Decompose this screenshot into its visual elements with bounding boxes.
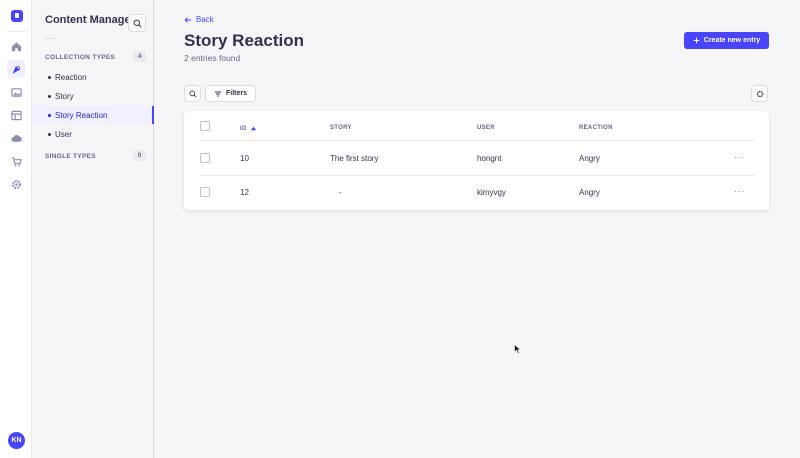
home-icon[interactable]	[7, 37, 25, 55]
sidebar-item-label: User	[55, 129, 72, 139]
column-header-id[interactable]: ID	[240, 125, 257, 132]
sidebar-item-story-reaction[interactable]: Story Reaction	[32, 106, 154, 124]
mouse-cursor-icon	[514, 344, 521, 354]
create-new-entry-button[interactable]: Create new entry	[684, 32, 769, 49]
row-divider	[200, 175, 755, 176]
subnav-title: Content Manager	[45, 14, 135, 26]
sidebar-item-story[interactable]: Story	[32, 87, 153, 105]
filter-icon	[214, 91, 222, 96]
entries-count: 2 entries found	[184, 53, 241, 63]
filters-label: Filters	[225, 90, 247, 97]
main-nav-rail: KN	[0, 0, 32, 458]
sidebar-item-label: Reaction	[55, 72, 87, 82]
subnav-divider	[45, 38, 55, 39]
user-avatar[interactable]: KN	[8, 432, 25, 449]
search-icon	[189, 90, 197, 98]
collection-types-count: 4	[133, 51, 146, 62]
content-manager-icon[interactable]	[7, 60, 25, 78]
cloud-icon[interactable]	[7, 129, 25, 147]
column-header-story[interactable]: STORY	[330, 125, 352, 131]
table-settings-button[interactable]	[751, 85, 768, 102]
sidebar-item-user[interactable]: User	[32, 125, 153, 143]
cell-reaction[interactable]: Angry	[579, 188, 600, 197]
arrow-left-icon	[184, 16, 192, 23]
bullet-icon	[48, 75, 51, 79]
plus-icon	[693, 37, 700, 44]
single-types-heading[interactable]: SINGLE TYPES	[45, 153, 96, 160]
content-type-builder-icon[interactable]	[7, 106, 25, 124]
column-header-reaction[interactable]: REACTION	[579, 125, 613, 131]
cell-id[interactable]: 12	[240, 188, 249, 197]
filters-button[interactable]: Filters	[205, 85, 256, 102]
row-checkbox[interactable]	[200, 187, 210, 197]
select-all-checkbox[interactable]	[200, 121, 210, 131]
cell-id[interactable]: 10	[240, 154, 249, 163]
content-manager-subnav: Content Manager COLLECTION TYPES 4 React…	[32, 0, 154, 458]
page-title: Story Reaction	[184, 31, 304, 50]
row-divider	[200, 140, 755, 141]
media-library-icon[interactable]	[7, 83, 25, 101]
row-actions-icon[interactable]: ···	[734, 153, 745, 162]
row-actions-icon[interactable]: ···	[734, 187, 745, 196]
sidebar-item-reaction[interactable]: Reaction	[32, 68, 153, 86]
back-label: Back	[196, 15, 214, 24]
collection-types-heading[interactable]: COLLECTION TYPES	[45, 54, 115, 61]
search-icon	[133, 19, 141, 27]
sidebar-item-label: Story	[55, 91, 74, 101]
bullet-icon	[48, 113, 51, 117]
row-checkbox[interactable]	[200, 153, 210, 163]
cell-story[interactable]: -	[339, 188, 342, 197]
strapi-logo-icon[interactable]	[11, 10, 23, 22]
cell-user[interactable]: hongnt	[477, 154, 501, 163]
create-label: Create new entry	[703, 37, 761, 44]
back-link[interactable]: Back	[184, 15, 214, 24]
sort-ascending-icon	[250, 126, 256, 131]
gear-icon	[756, 90, 763, 97]
bullet-icon	[48, 132, 51, 136]
search-button[interactable]	[184, 85, 201, 102]
rail-divider	[6, 31, 26, 32]
bullet-icon	[48, 94, 51, 98]
settings-icon[interactable]	[7, 175, 25, 193]
sidebar-item-label: Story Reaction	[55, 110, 108, 120]
cell-story[interactable]: The first story	[330, 154, 378, 163]
entries-table: ID STORY USER REACTION 10 The first stor…	[184, 111, 769, 210]
column-header-user[interactable]: USER	[477, 125, 495, 131]
subnav-search-button[interactable]	[128, 14, 146, 32]
cell-reaction[interactable]: Angry	[579, 154, 600, 163]
cell-user[interactable]: kimyvgy	[477, 188, 506, 197]
single-types-count: 0	[133, 150, 146, 161]
marketplace-icon[interactable]	[7, 152, 25, 170]
